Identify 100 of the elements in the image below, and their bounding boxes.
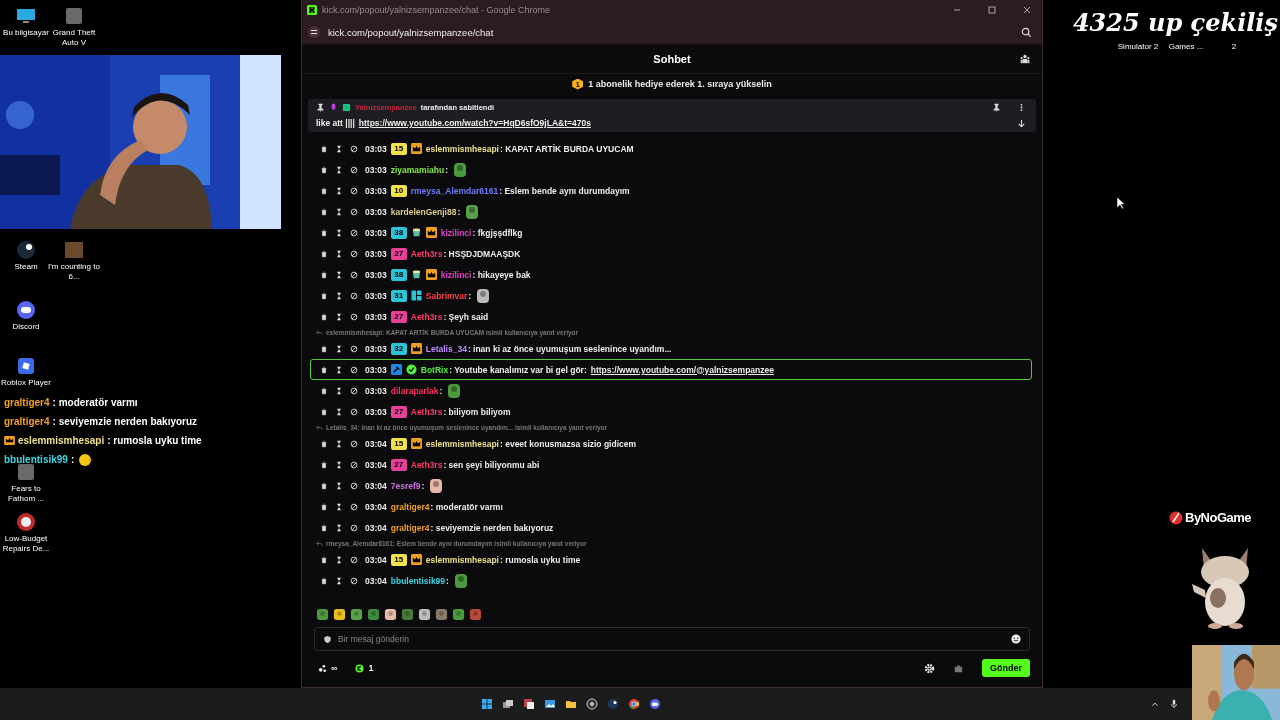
delete-icon[interactable] <box>320 407 328 416</box>
chat-username[interactable]: kizilinci <box>440 227 472 238</box>
chat-username[interactable]: dilaraparlak <box>390 385 439 396</box>
desktop-shortcut-icon[interactable] <box>16 240 36 260</box>
emote-icon[interactable] <box>316 607 329 621</box>
ban-icon[interactable] <box>350 481 358 490</box>
chat-username[interactable]: eslemmismhesapi <box>425 554 499 565</box>
timeout-icon[interactable] <box>335 228 343 237</box>
delete-icon[interactable] <box>320 460 328 469</box>
desktop-shortcut-icon[interactable] <box>16 356 36 376</box>
pinned-link[interactable]: https://www.youtube.com/watch?v=HqD6sfO9jLA&t=470s <box>358 118 591 128</box>
desktop-shortcut-icon[interactable] <box>16 512 36 532</box>
emote-icon[interactable] <box>384 607 397 621</box>
timeout-icon[interactable] <box>335 312 343 321</box>
ban-icon[interactable] <box>350 502 358 511</box>
ban-icon[interactable] <box>350 186 358 195</box>
unpin-icon[interactable] <box>992 103 1001 112</box>
zoom-icon[interactable] <box>1021 26 1032 38</box>
points-icon[interactable] <box>318 663 327 673</box>
delete-icon[interactable] <box>320 228 328 237</box>
ban-icon[interactable] <box>350 576 358 585</box>
ban-icon[interactable] <box>350 460 358 469</box>
timeout-icon[interactable] <box>335 502 343 511</box>
timeout-icon[interactable] <box>335 291 343 300</box>
ban-icon[interactable] <box>350 165 358 174</box>
delete-icon[interactable] <box>320 207 328 216</box>
chat-username[interactable]: rmeysa_Alemdar6161 <box>410 185 499 196</box>
message-link[interactable]: https://www.youtube.com/@yalnizsempanzee <box>590 364 774 375</box>
desktop-shortcut-icon[interactable] <box>16 300 36 320</box>
timeout-icon[interactable] <box>335 186 343 195</box>
chat-username[interactable]: graltiger4 <box>390 501 430 512</box>
chat-username[interactable]: kardelenGenji88 <box>390 206 457 217</box>
chat-username[interactable]: ziyamamiahu <box>390 164 445 175</box>
ban-icon[interactable] <box>350 228 358 237</box>
timeout-icon[interactable] <box>335 344 343 353</box>
timeout-icon[interactable] <box>335 270 343 279</box>
photos-icon[interactable] <box>543 698 556 710</box>
chat-username[interactable]: eslemmismhesapi <box>425 143 499 154</box>
chat-username[interactable]: Aeth3rs <box>410 248 443 259</box>
delete-icon[interactable] <box>320 312 328 321</box>
delete-icon[interactable] <box>320 344 328 353</box>
ban-icon[interactable] <box>350 386 358 395</box>
steam-icon[interactable] <box>606 698 619 710</box>
record-icon[interactable] <box>585 698 598 710</box>
window-icon[interactable] <box>522 698 535 710</box>
delete-icon[interactable] <box>320 365 328 374</box>
emote-icon[interactable] <box>418 607 431 621</box>
emote-icon[interactable] <box>333 607 346 621</box>
ban-icon[interactable] <box>350 312 358 321</box>
puzzle-icon[interactable] <box>953 662 964 674</box>
chat-app-icon[interactable] <box>648 698 661 710</box>
timeout-icon[interactable] <box>335 460 343 469</box>
address-bar[interactable]: kick.com/popout/yalnizsempanzee/chat <box>302 20 1042 45</box>
timeout-icon[interactable] <box>335 481 343 490</box>
chat-username[interactable]: eslemmismhesapi <box>425 438 499 449</box>
folder-icon[interactable] <box>564 698 577 710</box>
ban-icon[interactable] <box>350 270 358 279</box>
users-icon[interactable] <box>1020 54 1030 64</box>
chat-username[interactable]: BotRix <box>420 364 449 375</box>
close-icon[interactable] <box>1022 5 1032 15</box>
delete-icon[interactable] <box>320 291 328 300</box>
chat-username[interactable]: Aeth3rs <box>410 459 443 470</box>
timeout-icon[interactable] <box>335 386 343 395</box>
timeout-icon[interactable] <box>335 165 343 174</box>
task-view-icon[interactable] <box>501 698 514 710</box>
maximize-icon[interactable] <box>987 5 997 15</box>
delete-icon[interactable] <box>320 270 328 279</box>
ban-icon[interactable] <box>350 439 358 448</box>
delete-icon[interactable] <box>320 555 328 564</box>
site-settings-icon[interactable] <box>308 26 320 38</box>
ban-icon[interactable] <box>350 207 358 216</box>
delete-icon[interactable] <box>320 481 328 490</box>
ban-icon[interactable] <box>350 344 358 353</box>
chat-username[interactable]: 7esref9 <box>390 480 421 491</box>
emote-icon[interactable] <box>435 607 448 621</box>
ban-icon[interactable] <box>350 291 358 300</box>
kick-coin-icon[interactable] <box>355 663 365 673</box>
emoji-icon[interactable] <box>1011 634 1021 644</box>
emote-icon[interactable] <box>367 607 380 621</box>
delete-icon[interactable] <box>320 576 328 585</box>
send-button[interactable]: Gönder <box>982 659 1030 677</box>
chat-username[interactable]: Aeth3rs <box>410 311 443 322</box>
timeout-icon[interactable] <box>335 249 343 258</box>
timeout-icon[interactable] <box>335 407 343 416</box>
composer-box[interactable]: Bir mesaj gönderin <box>314 627 1030 651</box>
delete-icon[interactable] <box>320 386 328 395</box>
message-input[interactable]: Bir mesaj gönderin <box>338 634 1005 644</box>
ban-icon[interactable] <box>350 365 358 374</box>
desktop-shortcut-icon[interactable] <box>16 6 36 26</box>
delete-icon[interactable] <box>320 165 328 174</box>
timeout-icon[interactable] <box>335 207 343 216</box>
start-icon[interactable] <box>480 698 493 710</box>
timeout-icon[interactable] <box>335 576 343 585</box>
chat-username[interactable]: Letalis_34 <box>425 343 467 354</box>
emote-icon[interactable] <box>350 607 363 621</box>
timeout-icon[interactable] <box>335 555 343 564</box>
timeout-icon[interactable] <box>335 365 343 374</box>
timeout-icon[interactable] <box>335 523 343 532</box>
ban-icon[interactable] <box>350 523 358 532</box>
ban-icon[interactable] <box>350 249 358 258</box>
